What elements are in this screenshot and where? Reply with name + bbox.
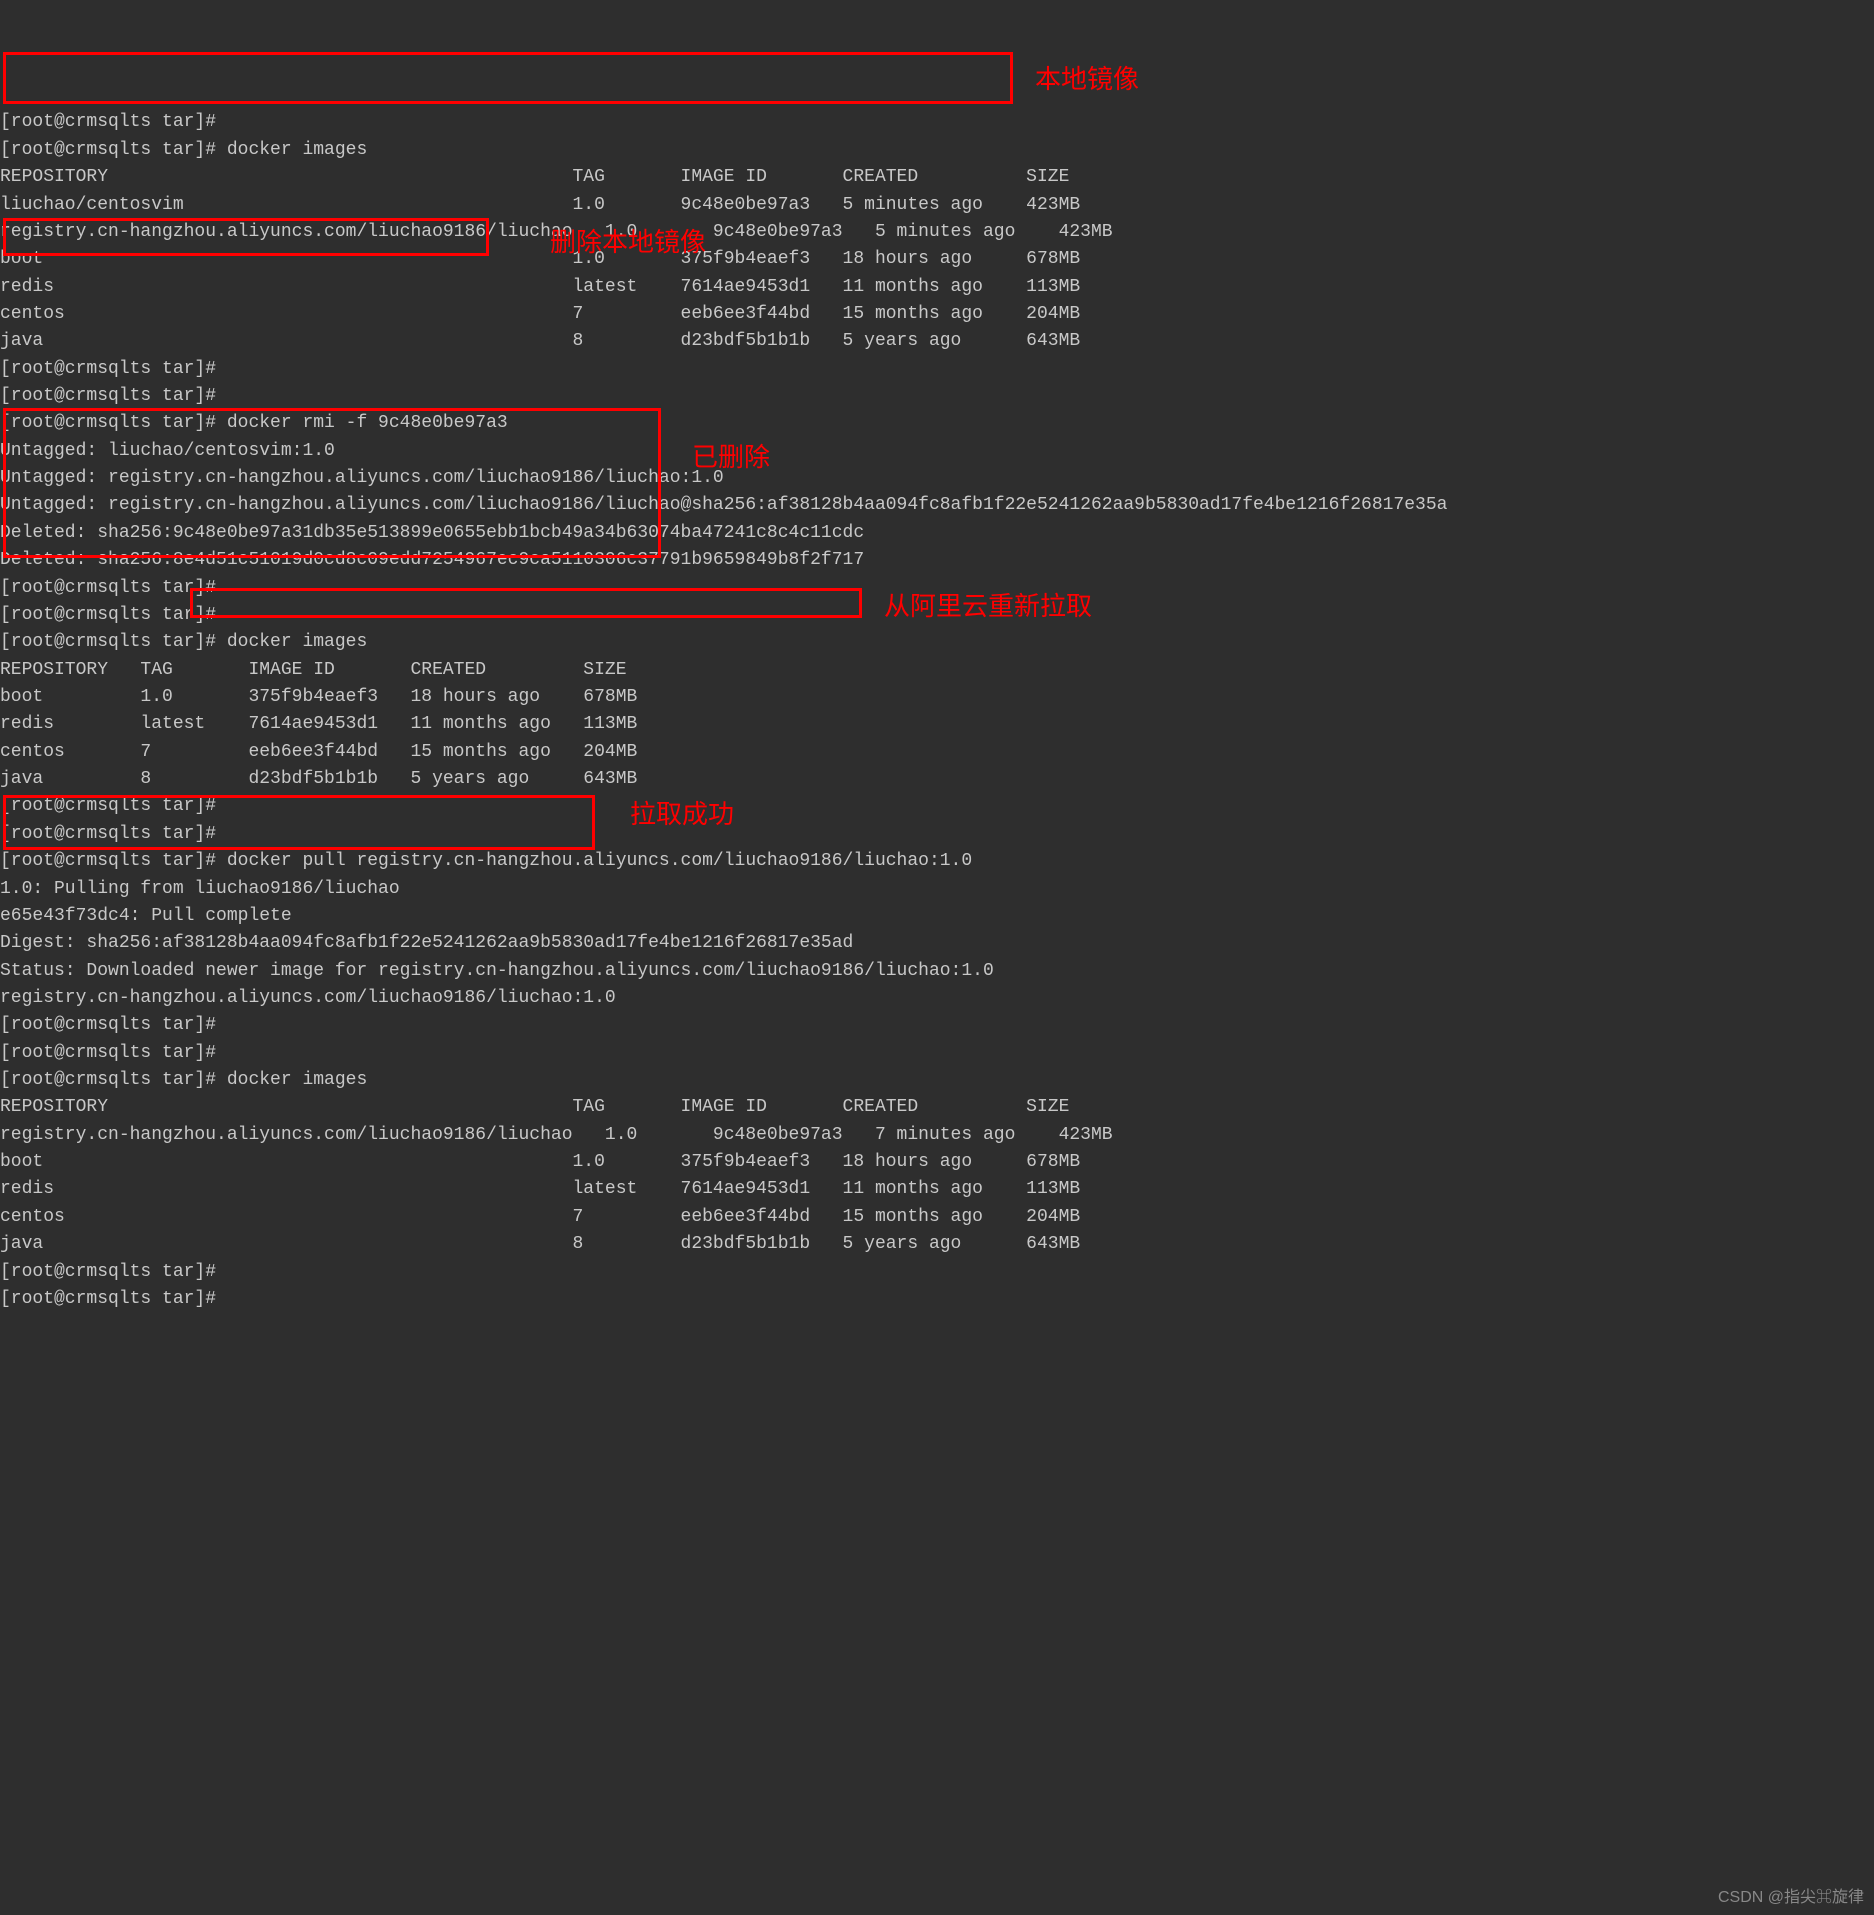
terminal-line: [root@crmsqlts tar]#	[0, 793, 1874, 820]
terminal-line: registry.cn-hangzhou.aliyuncs.com/liucha…	[0, 1122, 1874, 1149]
terminal-line: liuchao/centosvim 1.0 9c48e0be97a3 5 min…	[0, 192, 1874, 219]
watermark: CSDN @指尖⌘旋律	[1718, 1886, 1864, 1910]
terminal-line: registry.cn-hangzhou.aliyuncs.com/liucha…	[0, 219, 1874, 246]
terminal-line: boot 1.0 375f9b4eaef3 18 hours ago 678MB	[0, 246, 1874, 273]
terminal-line: centos 7 eeb6ee3f44bd 15 months ago 204M…	[0, 739, 1874, 766]
annot-pull: 从阿里云重新拉取	[884, 587, 1092, 627]
terminal-line: registry.cn-hangzhou.aliyuncs.com/liucha…	[0, 985, 1874, 1012]
terminal-line: [root@crmsqlts tar]# docker images	[0, 629, 1874, 656]
terminal-line: [root@crmsqlts tar]#	[0, 109, 1874, 136]
terminal-line: redis latest 7614ae9453d1 11 months ago …	[0, 1176, 1874, 1203]
terminal-line: redis latest 7614ae9453d1 11 months ago …	[0, 274, 1874, 301]
terminal-line: java 8 d23bdf5b1b1b 5 years ago 643MB	[0, 1231, 1874, 1258]
terminal-line: boot 1.0 375f9b4eaef3 18 hours ago 678MB	[0, 1149, 1874, 1176]
terminal-line: [root@crmsqlts tar]#	[0, 1286, 1874, 1313]
terminal-line: Deleted: sha256:9c48e0be97a31db35e513899…	[0, 520, 1874, 547]
terminal-line: e65e43f73dc4: Pull complete	[0, 903, 1874, 930]
terminal-line: [root@crmsqlts tar]#	[0, 1259, 1874, 1286]
annot-deleted: 已删除	[692, 438, 770, 478]
terminal-line: 1.0: Pulling from liuchao9186/liuchao	[0, 876, 1874, 903]
terminal-line: centos 7 eeb6ee3f44bd 15 months ago 204M…	[0, 1204, 1874, 1231]
terminal-line: [root@crmsqlts tar]# docker images	[0, 1067, 1874, 1094]
terminal-line: redis latest 7614ae9453d1 11 months ago …	[0, 711, 1874, 738]
terminal-line: [root@crmsqlts tar]#	[0, 1040, 1874, 1067]
terminal-line: [root@crmsqlts tar]#	[0, 1012, 1874, 1039]
terminal-line: REPOSITORY TAG IMAGE ID CREATED SIZE	[0, 657, 1874, 684]
terminal-line: [root@crmsqlts tar]#	[0, 821, 1874, 848]
terminal-line: [root@crmsqlts tar]#	[0, 356, 1874, 383]
terminal-line: centos 7 eeb6ee3f44bd 15 months ago 204M…	[0, 301, 1874, 328]
terminal-line: Untagged: registry.cn-hangzhou.aliyuncs.…	[0, 465, 1874, 492]
terminal-line: Deleted: sha256:8e4d51c51019d0cd8c09edd7…	[0, 547, 1874, 574]
terminal-line: [root@crmsqlts tar]# docker rmi -f 9c48e…	[0, 410, 1874, 437]
terminal-line: [root@crmsqlts tar]#	[0, 383, 1874, 410]
terminal-line: [root@crmsqlts tar]# docker pull registr…	[0, 848, 1874, 875]
terminal-output: [root@crmsqlts tar]#[root@crmsqlts tar]#…	[0, 109, 1874, 1313]
annot-local-images: 本地镜像	[1035, 60, 1139, 100]
annot-success: 拉取成功	[630, 795, 734, 835]
terminal-line: REPOSITORY TAG IMAGE ID CREATED SIZE	[0, 164, 1874, 191]
terminal-line: [root@crmsqlts tar]# docker images	[0, 137, 1874, 164]
terminal-line: boot 1.0 375f9b4eaef3 18 hours ago 678MB	[0, 684, 1874, 711]
annot-rmi: 删除本地镜像	[550, 223, 706, 263]
terminal-line: Untagged: liuchao/centosvim:1.0	[0, 438, 1874, 465]
terminal-line: java 8 d23bdf5b1b1b 5 years ago 643MB	[0, 766, 1874, 793]
terminal-line: Digest: sha256:af38128b4aa094fc8afb1f22e…	[0, 930, 1874, 957]
terminal-line: Untagged: registry.cn-hangzhou.aliyuncs.…	[0, 492, 1874, 519]
terminal-line: Status: Downloaded newer image for regis…	[0, 958, 1874, 985]
terminal-line: REPOSITORY TAG IMAGE ID CREATED SIZE	[0, 1094, 1874, 1121]
redbox-local-images	[3, 52, 1013, 104]
terminal-line: java 8 d23bdf5b1b1b 5 years ago 643MB	[0, 328, 1874, 355]
